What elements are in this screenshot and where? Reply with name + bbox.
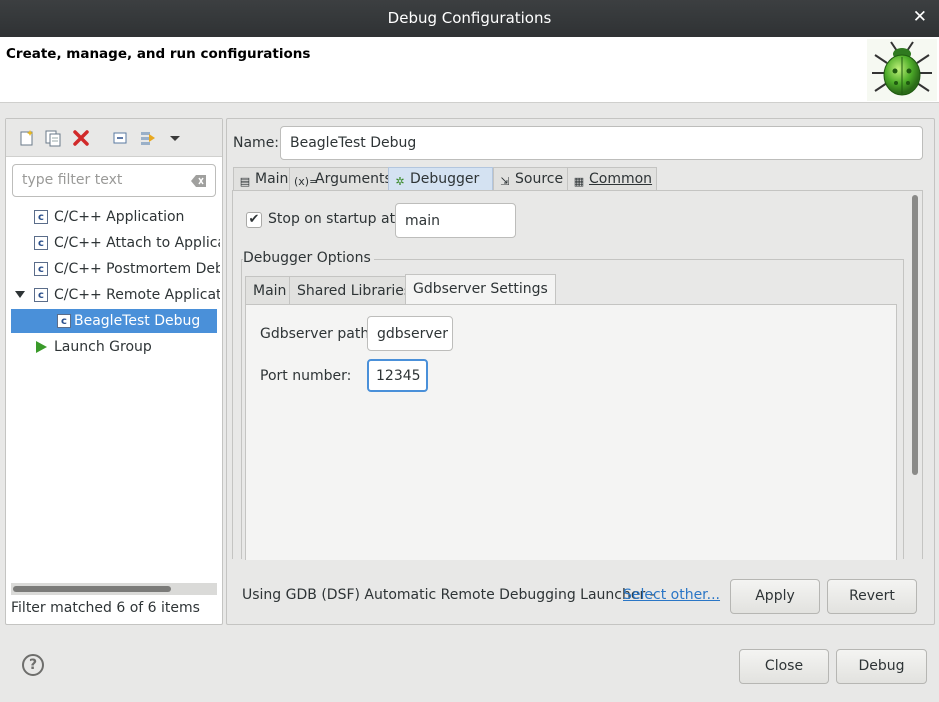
subtab-shared-libraries[interactable]: Shared Libraries [289, 276, 420, 305]
filter-input[interactable] [13, 165, 183, 195]
horizontal-scrollbar[interactable] [11, 583, 217, 595]
filter-field[interactable] [12, 164, 216, 197]
gdbserver-path-label: Gdbserver path: [260, 326, 374, 342]
new-config-icon[interactable] [18, 129, 36, 147]
tab-source[interactable]: ⇲ Source [493, 167, 569, 191]
revert-button[interactable]: Revert [827, 579, 917, 614]
stop-on-startup-input[interactable] [396, 204, 515, 237]
gdbserver-path-input[interactable] [368, 317, 452, 350]
arguments-icon: (x)= [294, 175, 319, 188]
tree-item-c-application[interactable]: C/C++ Application [34, 205, 220, 229]
help-icon[interactable]: ? [22, 654, 44, 676]
port-number-label: Port number: [260, 368, 352, 384]
tab-common[interactable]: ▦ Common [567, 167, 658, 191]
name-input[interactable] [281, 127, 922, 159]
config-editor-panel: Name: ▤Main (x)=Arguments ✲Debugger ⇲Sou… [226, 118, 935, 625]
debugger-bug-icon: ✲ [395, 175, 405, 188]
config-toolbar [6, 119, 222, 157]
header-text: Create, manage, and run configurations [6, 46, 311, 62]
c-app-icon [34, 206, 48, 229]
subtab-gdbserver-settings[interactable]: Gdbserver Settings [405, 274, 556, 305]
debugger-options-group: Debugger Options Main Shared Libraries G… [241, 250, 904, 560]
scrollbar-thumb[interactable] [13, 586, 171, 592]
expand-arrow-icon[interactable] [15, 291, 25, 299]
debugger-tab-content: ✔ Stop on startup at: Debugger Options M… [232, 190, 923, 560]
c-app-icon [34, 284, 48, 307]
config-tree-panel: C/C++ Application C/C++ Attach to Applic… [5, 118, 223, 625]
stop-on-startup-label: Stop on startup at: [268, 211, 400, 227]
debug-button[interactable]: Debug [836, 649, 927, 684]
tab-arguments[interactable]: (x)=Arguments [289, 167, 397, 191]
c-app-icon [34, 232, 48, 255]
clear-filter-icon[interactable] [191, 174, 207, 188]
common-icon: ▦ [573, 175, 585, 188]
port-number-field[interactable] [367, 359, 428, 392]
vertical-scrollbar[interactable] [912, 195, 918, 475]
launcher-text: Using GDB (DSF) Automatic Remote Debuggi… [242, 587, 655, 603]
tab-debugger[interactable]: ✲ Debugger [388, 167, 493, 191]
tab-main[interactable]: ▤ Main [233, 167, 294, 191]
launch-group-icon [36, 341, 47, 353]
source-icon: ⇲ [500, 175, 510, 188]
port-number-input[interactable] [369, 361, 426, 390]
close-button[interactable]: Close [739, 649, 829, 684]
tree-item-c-postmortem[interactable]: C/C++ Postmortem Debu [34, 257, 220, 281]
c-app-icon [34, 258, 48, 281]
select-other-link[interactable]: Select other... [623, 587, 720, 603]
gdbserver-path-field[interactable] [367, 316, 453, 351]
collapse-all-icon[interactable] [112, 129, 130, 147]
bug-icon [867, 39, 937, 101]
name-field[interactable] [280, 126, 923, 160]
tree-item-beagletest-debug[interactable]: BeagleTest Debug [11, 309, 217, 333]
main-tab-icon: ▤ [239, 175, 251, 188]
stop-on-startup-checkbox[interactable]: ✔ [246, 212, 262, 228]
filter-icon[interactable] [139, 129, 157, 147]
filter-status: Filter matched 6 of 6 items [11, 600, 200, 616]
gdbserver-settings-content: Gdbserver path: Port number: [245, 304, 897, 560]
title-bar: Debug Configurations ✕ [0, 0, 939, 37]
apply-button[interactable]: Apply [730, 579, 820, 614]
dropdown-arrow-icon[interactable] [166, 129, 184, 147]
subtab-main[interactable]: Main [245, 276, 295, 305]
c-config-icon [55, 310, 71, 333]
tree-item-c-attach[interactable]: C/C++ Attach to Applicati [34, 231, 220, 255]
close-window-button[interactable]: ✕ [913, 7, 927, 27]
delete-icon[interactable] [72, 129, 90, 147]
dialog-header: Create, manage, and run configurations [0, 37, 939, 103]
duplicate-icon[interactable] [44, 129, 62, 147]
debugger-options-label: Debugger Options [243, 250, 374, 266]
stop-on-startup-field[interactable] [395, 203, 516, 238]
tree-item-launch-group[interactable]: Launch Group [34, 335, 220, 359]
name-label: Name: [233, 135, 280, 151]
window-title: Debug Configurations [387, 9, 552, 27]
tree-item-c-remote[interactable]: C/C++ Remote Applicatio [34, 283, 220, 307]
